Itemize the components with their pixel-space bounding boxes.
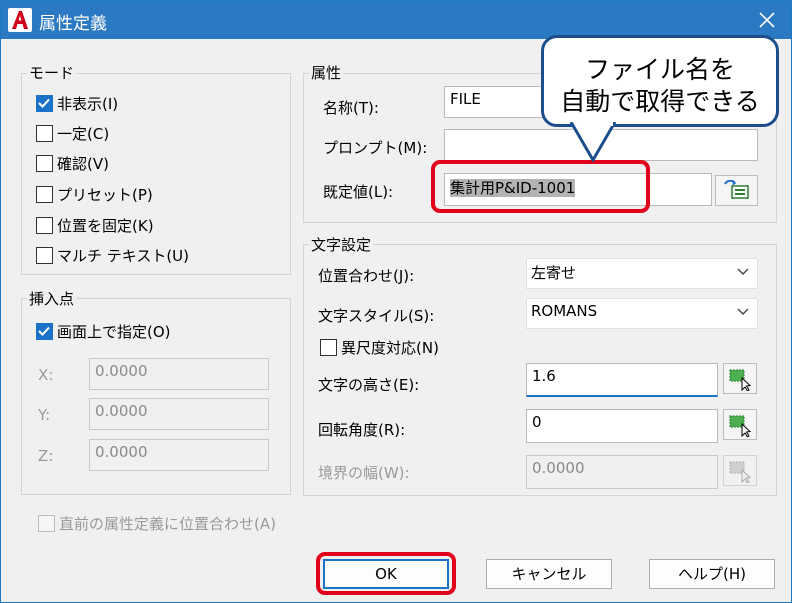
y-label: Y: [38, 406, 51, 424]
callout-line-2: 自動で取得できる [560, 87, 760, 116]
text-style-dropdown[interactable]: ROMANS [526, 298, 758, 329]
invisible-checkbox[interactable]: 非表示(I) [36, 93, 118, 114]
close-icon [759, 12, 775, 28]
help-button[interactable]: ヘルプ(H) [649, 559, 775, 589]
checkbox-box [36, 217, 53, 234]
checkbox-box [36, 247, 53, 264]
default-input[interactable]: 集計用P&ID-1001 [444, 173, 712, 206]
checkbox-box [36, 323, 53, 340]
preset-checkbox[interactable]: プリセット(P) [36, 184, 153, 205]
checkbox-box [36, 95, 53, 112]
justify-value: 左寄せ [531, 264, 577, 282]
verify-label: 確認(V) [57, 155, 109, 173]
checkmark-icon [38, 98, 50, 108]
invisible-label: 非表示(I) [57, 95, 119, 113]
tag-label: 名称(T): [323, 99, 379, 117]
verify-checkbox[interactable]: 確認(V) [36, 153, 109, 174]
title-bar[interactable]: 属性定義 [1, 1, 791, 39]
checkbox-box [38, 515, 55, 532]
ok-button[interactable]: OK [323, 559, 449, 589]
pick-point-icon [729, 461, 752, 483]
align-below-previous-checkbox[interactable]: 直前の属性定義に位置合わせ(A) [38, 513, 276, 534]
justify-label: 位置合わせ(J): [318, 267, 415, 285]
insertion-point-legend: 挿入点 [27, 288, 77, 309]
checkbox-box [36, 125, 53, 142]
checkmark-icon [38, 326, 50, 336]
lock-position-checkbox[interactable]: 位置を固定(K) [36, 215, 154, 236]
pick-height-button[interactable] [723, 363, 757, 394]
attribute-legend: 属性 [309, 62, 344, 83]
mode-legend: モード [27, 62, 77, 83]
rotation-input[interactable]: 0 [526, 409, 718, 443]
insert-field-icon [724, 180, 749, 199]
y-input[interactable]: 0.0000 [89, 398, 269, 430]
multiline-text-label: マルチ テキスト(U) [57, 247, 190, 265]
insert-field-button[interactable] [715, 175, 758, 206]
z-label: Z: [38, 447, 54, 465]
annotative-checkbox[interactable]: 異尺度対応(N) [320, 337, 439, 358]
align-below-previous-label: 直前の属性定義に位置合わせ(A) [59, 515, 276, 533]
specify-on-screen-label: 画面上で指定(O) [57, 323, 171, 341]
text-style-label: 文字スタイル(S): [318, 307, 435, 325]
preset-label: プリセット(P) [57, 186, 153, 204]
callout-line-1: ファイル名を [584, 55, 735, 84]
pick-rotation-button[interactable] [723, 409, 757, 440]
prompt-label: プロンプト(M): [323, 139, 428, 157]
pick-boundary-button[interactable] [723, 455, 757, 486]
callout-tail [569, 122, 617, 162]
specify-on-screen-checkbox[interactable]: 画面上で指定(O) [36, 321, 171, 342]
default-label: 既定値(L): [323, 183, 394, 201]
checkbox-box [320, 339, 337, 356]
constant-checkbox[interactable]: 一定(C) [36, 123, 109, 144]
x-input[interactable]: 0.0000 [89, 358, 269, 390]
boundary-width-label: 境界の幅(W): [318, 464, 410, 482]
annotation-callout: ファイル名を 自動で取得できる [541, 35, 779, 127]
boundary-width-input[interactable]: 0.0000 [526, 455, 718, 489]
text-height-input[interactable]: 1.6 [526, 363, 718, 397]
close-button[interactable] [753, 7, 781, 33]
justify-dropdown[interactable]: 左寄せ [526, 258, 758, 289]
pick-point-icon [729, 369, 752, 391]
text-height-label: 文字の高さ(E): [318, 376, 420, 394]
text-style-value: ROMANS [531, 302, 598, 320]
pick-point-icon [729, 415, 752, 437]
annotative-label: 異尺度対応(N) [341, 339, 439, 357]
multiline-text-checkbox[interactable]: マルチ テキスト(U) [36, 245, 189, 266]
chevron-down-icon [737, 268, 749, 275]
cancel-button[interactable]: キャンセル [486, 559, 612, 589]
rotation-label: 回転角度(R): [318, 421, 406, 439]
window-title: 属性定義 [39, 14, 107, 34]
lock-position-label: 位置を固定(K) [57, 217, 154, 235]
default-value-text: 集計用P&ID-1001 [450, 179, 576, 197]
text-settings-legend: 文字設定 [309, 234, 374, 255]
checkbox-box [36, 155, 53, 172]
attribute-definition-dialog: 属性定義 モード 非表示(I) 一定(C) 確認(V) プリセット(P) 位置を… [0, 0, 792, 603]
constant-label: 一定(C) [57, 125, 110, 143]
z-input[interactable]: 0.0000 [89, 439, 269, 471]
x-label: X: [38, 366, 54, 384]
checkbox-box [36, 186, 53, 203]
chevron-down-icon [737, 308, 749, 315]
autocad-logo-icon [8, 8, 32, 32]
